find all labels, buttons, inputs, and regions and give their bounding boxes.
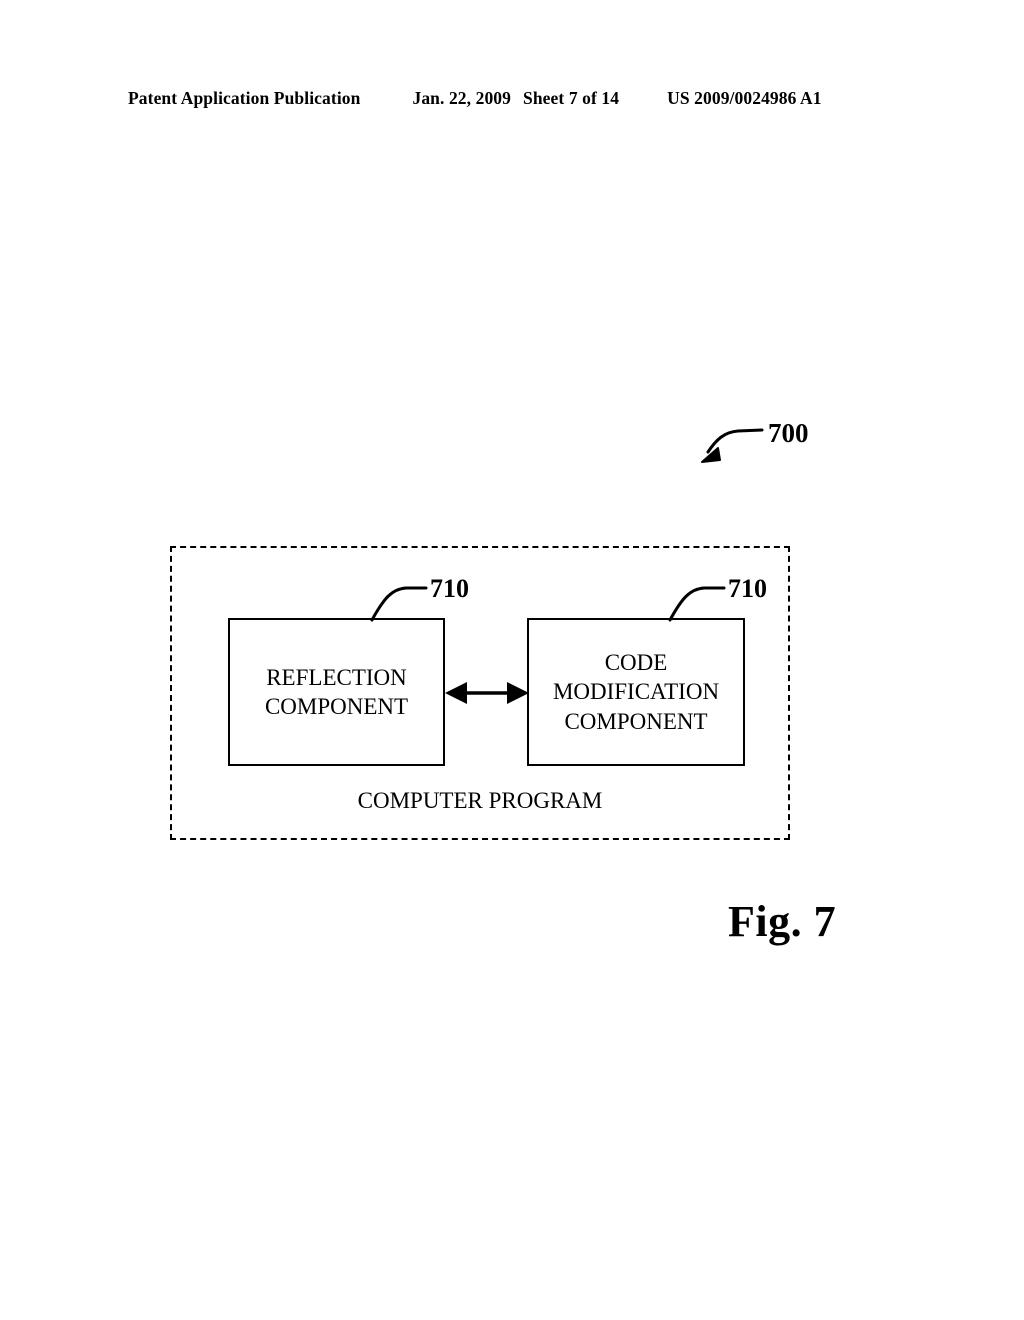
reflection-component-box: REFLECTION COMPONENT <box>228 618 445 766</box>
figure-7-diagram: 700 REFLECTION COMPONENT CODE MODIFICATI… <box>0 0 1024 1320</box>
callout-700-label: 700 <box>768 418 809 448</box>
callout-700: 700 <box>700 406 880 476</box>
code-modification-component-label: CODE MODIFICATION COMPONENT <box>552 649 720 734</box>
reflection-component-label: REFLECTION COMPONENT <box>264 664 409 719</box>
callout-710-code-modification: 710 <box>660 566 810 636</box>
code-modification-component-box: CODE MODIFICATION COMPONENT <box>527 618 745 766</box>
component-connector-arrow <box>445 672 529 714</box>
callout-710-code-modification-label: 710 <box>728 574 767 603</box>
computer-program-label: COMPUTER PROGRAM <box>357 788 603 813</box>
figure-caption: Fig. 7 <box>728 897 837 946</box>
callout-710-reflection-label: 710 <box>430 574 469 603</box>
double-headed-arrow-icon <box>445 682 529 704</box>
callout-710-reflection: 710 <box>368 566 518 636</box>
